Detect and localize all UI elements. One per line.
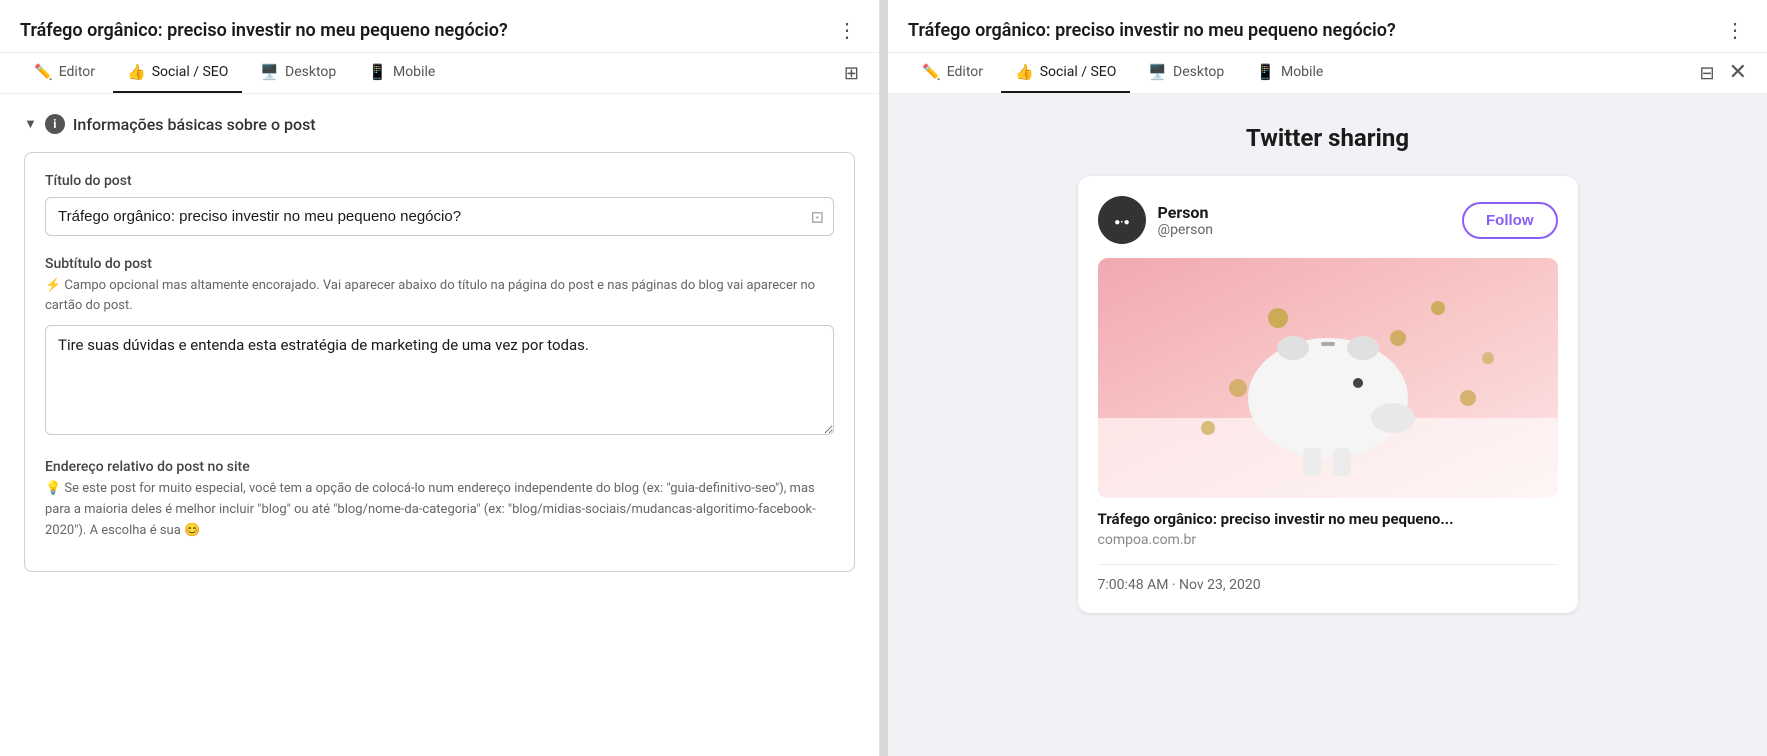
follow-button[interactable]: Follow (1462, 202, 1558, 239)
left-panel-content: ▼ i Informações básicas sobre o post Tít… (0, 94, 879, 756)
person-handle: @person (1158, 222, 1214, 238)
subtitulo-label: Subtítulo do post (45, 256, 834, 272)
url-section: Endereço relativo do post no site 💡 Se e… (45, 459, 834, 541)
left-panel-title: Tráfego orgânico: preciso investir no me… (20, 20, 508, 41)
section-title: Informações básicas sobre o post (73, 115, 316, 134)
subtitulo-hint: ⚡ Campo opcional mas altamente encorajad… (45, 276, 834, 315)
right-tab-desktop[interactable]: 🖥️ Desktop (1134, 53, 1238, 93)
tweet-timestamp: 7:00:48 AM · Nov 23, 2020 (1098, 564, 1558, 593)
right-panel-title: Tráfego orgânico: preciso investir no me… (908, 20, 1396, 41)
person-name: Person (1158, 203, 1214, 222)
right-tab-mobile[interactable]: 📱 Mobile (1242, 53, 1337, 93)
right-social-seo-icon: 👍 (1015, 63, 1034, 81)
section-info-icon: i (45, 114, 65, 134)
left-tabs-bar: ✏️ Editor 👍 Social / SEO 🖥️ Desktop 📱 Mo… (0, 53, 879, 94)
panel-divider (880, 0, 888, 756)
titulo-copy-icon[interactable]: ⊡ (811, 207, 824, 226)
twitter-card: ●·● Person @person Follow (1078, 176, 1578, 613)
profile-info: Person @person (1158, 203, 1214, 238)
url-label: Endereço relativo do post no site (45, 459, 834, 475)
right-tabs-bar: ✏️ Editor 👍 Social / SEO 🖥️ Desktop 📱 Mo… (888, 53, 1767, 94)
right-more-menu-icon[interactable]: ⋮ (1725, 18, 1747, 42)
avatar-icon: ●·● (1108, 206, 1136, 234)
left-panel: Tráfego orgânico: preciso investir no me… (0, 0, 880, 756)
left-more-menu-icon[interactable]: ⋮ (837, 18, 859, 42)
titulo-input[interactable] (45, 197, 834, 236)
right-panel: Tráfego orgânico: preciso investir no me… (888, 0, 1767, 756)
post-basic-info-card: Título do post ⊡ Subtítulo do post ⚡ Cam… (24, 152, 855, 572)
svg-text:●·●: ●·● (1114, 217, 1129, 228)
twitter-profile-row: ●·● Person @person Follow (1098, 196, 1558, 244)
section-header: ▼ i Informações básicas sobre o post (24, 114, 855, 134)
right-split-icon[interactable]: ⊟ (1699, 63, 1714, 84)
left-tabs: ✏️ Editor 👍 Social / SEO 🖥️ Desktop 📱 Mo… (20, 53, 449, 93)
right-tab-editor[interactable]: ✏️ Editor (908, 53, 997, 93)
section-toggle[interactable]: ▼ (24, 116, 37, 132)
right-panel-body: Twitter sharing ●·● Person @person (888, 94, 1767, 756)
subtitulo-textarea[interactable]: Tire suas dúvidas e entenda esta estraté… (45, 325, 834, 435)
desktop-icon: 🖥️ (260, 63, 279, 81)
titulo-label: Título do post (45, 173, 834, 189)
mobile-icon: 📱 (368, 63, 387, 81)
social-seo-icon: 👍 (127, 63, 146, 81)
editor-icon: ✏️ (34, 63, 53, 81)
url-hint: 💡 Se este post for muito especial, você … (45, 479, 834, 541)
tweet-url: compoa.com.br (1098, 532, 1558, 548)
left-split-icon[interactable]: ⊞ (844, 63, 859, 84)
right-tab-social-seo-label: Social / SEO (1040, 64, 1117, 80)
tweet-image-svg (1098, 258, 1558, 498)
right-panel-header: Tráfego orgânico: preciso investir no me… (888, 0, 1767, 53)
left-tab-desktop[interactable]: 🖥️ Desktop (246, 53, 350, 93)
twitter-sharing-heading: Twitter sharing (908, 124, 1747, 152)
right-mobile-icon: 📱 (1256, 63, 1275, 81)
titulo-input-wrap: ⊡ (45, 197, 834, 236)
right-desktop-icon: 🖥️ (1148, 63, 1167, 81)
left-tab-editor[interactable]: ✏️ Editor (20, 53, 109, 93)
left-tab-mobile-label: Mobile (393, 64, 435, 80)
left-tab-social-seo[interactable]: 👍 Social / SEO (113, 53, 242, 93)
right-tab-actions: ⊟ ✕ (1699, 62, 1747, 84)
left-tab-social-seo-label: Social / SEO (152, 64, 229, 80)
right-editor-icon: ✏️ (922, 63, 941, 81)
tweet-title: Tráfego orgânico: preciso investir no me… (1098, 510, 1558, 528)
left-tab-mobile[interactable]: 📱 Mobile (354, 53, 449, 93)
right-tab-mobile-label: Mobile (1281, 64, 1323, 80)
profile-left: ●·● Person @person (1098, 196, 1214, 244)
right-tab-desktop-label: Desktop (1173, 64, 1224, 80)
tweet-image (1098, 258, 1558, 498)
left-tab-editor-label: Editor (59, 64, 95, 80)
left-tab-desktop-label: Desktop (285, 64, 336, 80)
right-tabs: ✏️ Editor 👍 Social / SEO 🖥️ Desktop 📱 Mo… (908, 53, 1337, 93)
right-tab-social-seo[interactable]: 👍 Social / SEO (1001, 53, 1130, 93)
subtitulo-section: Subtítulo do post ⚡ Campo opcional mas a… (45, 256, 834, 439)
right-close-icon[interactable]: ✕ (1729, 62, 1747, 84)
avatar: ●·● (1098, 196, 1146, 244)
left-panel-header: Tráfego orgânico: preciso investir no me… (0, 0, 879, 53)
right-tab-editor-label: Editor (947, 64, 983, 80)
